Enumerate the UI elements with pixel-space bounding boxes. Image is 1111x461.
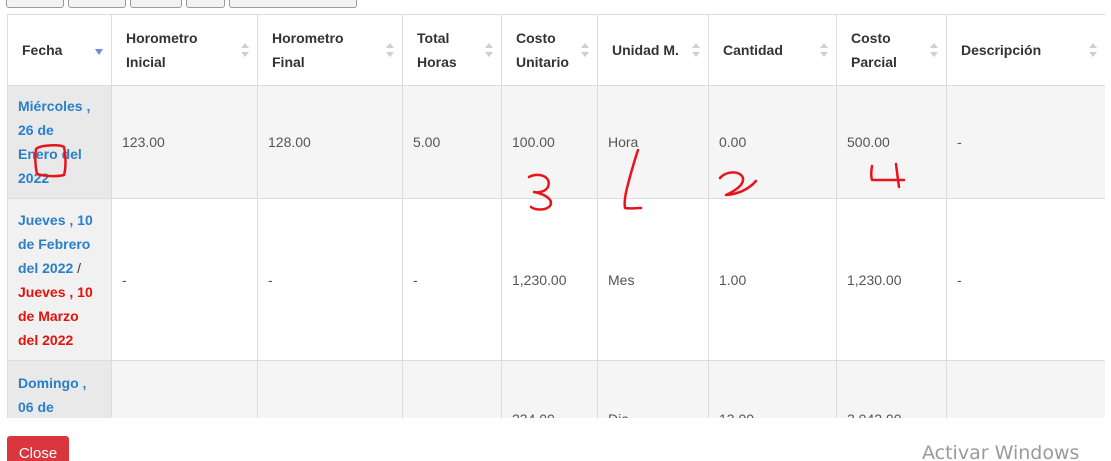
- header-label: Horas: [417, 54, 457, 70]
- windows-activation-watermark: Activar Windows: [922, 442, 1080, 461]
- date-link[interactable]: Domingo , 06 de: [18, 375, 86, 415]
- cell-cantidad: 0.00: [708, 85, 837, 199]
- sort-icon[interactable]: [930, 43, 938, 57]
- toolbar-button[interactable]: [130, 0, 182, 8]
- cell-costo-parcial: 500.00: [836, 85, 947, 199]
- cell-costo-unitario: 1,230.00: [501, 198, 598, 361]
- sort-icon[interactable]: [241, 43, 249, 57]
- sort-icon[interactable]: [386, 43, 394, 57]
- cell-costo-unitario: 100.00: [501, 85, 598, 199]
- date-link[interactable]: Jueves , 10 de Febrero del 2022: [18, 212, 93, 276]
- cell-costo-unitario: 234.00: [501, 360, 598, 418]
- date-end-link[interactable]: Jueves , 10 de Marzo del 2022: [18, 284, 93, 348]
- header-label: Inicial: [126, 54, 166, 70]
- column-header-fecha[interactable]: Fecha: [7, 14, 112, 86]
- column-header-cantidad[interactable]: Cantidad: [708, 14, 837, 86]
- column-header-horometro-final[interactable]: Horometro Final: [257, 14, 403, 86]
- header-label: Total: [417, 30, 450, 46]
- cell-horometro-inicial: -: [111, 360, 258, 418]
- cell-total-horas: 5.00: [402, 85, 502, 199]
- header-label: Unitario: [516, 54, 569, 70]
- cell-unidad: Dia: [597, 360, 709, 418]
- cell-descripcion: -: [946, 85, 1105, 199]
- sort-icon[interactable]: [485, 43, 493, 57]
- sort-icon[interactable]: [1089, 43, 1097, 57]
- cell-horometro-inicial: 123.00: [111, 85, 258, 199]
- column-header-total-horas[interactable]: Total Horas: [402, 14, 502, 86]
- toolbar-button[interactable]: [6, 0, 64, 8]
- cell-unidad: Hora: [597, 85, 709, 199]
- sort-icon[interactable]: [692, 43, 700, 57]
- date-link[interactable]: Miércoles , 26 de Enero del 2022: [18, 98, 90, 186]
- cell-total-horas: -: [402, 360, 502, 418]
- cell-horometro-inicial: -: [111, 198, 258, 361]
- toolbar-button[interactable]: [68, 0, 126, 8]
- header-row: Fecha Horometro Inicial Horometro Final …: [7, 14, 1105, 86]
- toolbar-button[interactable]: [229, 0, 357, 8]
- data-table: Fecha Horometro Inicial Horometro Final …: [7, 14, 1105, 418]
- toolbar-button[interactable]: [186, 0, 225, 8]
- cell-descripcion: -: [946, 360, 1105, 418]
- date-cell: Jueves , 10 de Febrero del 2022 / Jueves…: [7, 198, 112, 361]
- column-header-descripcion[interactable]: Descripción: [946, 14, 1105, 86]
- column-header-costo-unitario[interactable]: Costo Unitario: [501, 14, 598, 86]
- header-label: Costo: [851, 30, 891, 46]
- header-label: Fecha: [22, 42, 63, 58]
- sort-descending-icon[interactable]: [95, 49, 103, 55]
- cell-descripcion: -: [946, 198, 1105, 361]
- data-table-container: Fecha Horometro Inicial Horometro Final …: [7, 14, 1105, 418]
- cell-cantidad: 1.00: [708, 198, 837, 361]
- sort-icon[interactable]: [581, 43, 589, 57]
- column-header-unidad[interactable]: Unidad M.: [597, 14, 709, 86]
- header-label: Final: [272, 54, 305, 70]
- close-button[interactable]: Close: [7, 436, 69, 461]
- header-label: Descripción: [961, 42, 1042, 58]
- table-row: Miércoles , 26 de Enero del 2022 123.00 …: [7, 85, 1105, 199]
- header-label: Parcial: [851, 54, 897, 70]
- cell-horometro-final: -: [257, 198, 403, 361]
- cell-total-horas: -: [402, 198, 502, 361]
- column-header-costo-parcial[interactable]: Costo Parcial: [836, 14, 947, 86]
- top-toolbar: [6, 0, 357, 8]
- cell-unidad: Mes: [597, 198, 709, 361]
- cell-costo-parcial: 1,230.00: [836, 198, 947, 361]
- table-row: Domingo , 06 de - - - 234.00 Dia 13.00 3…: [7, 360, 1105, 418]
- header-label: Cantidad: [723, 42, 783, 58]
- header-label: Costo: [516, 30, 556, 46]
- header-label: Horometro: [126, 30, 198, 46]
- header-label: Unidad M.: [612, 42, 679, 58]
- sort-icon[interactable]: [820, 43, 828, 57]
- date-cell: Miércoles , 26 de Enero del 2022: [7, 85, 112, 199]
- column-header-horometro-inicial[interactable]: Horometro Inicial: [111, 14, 258, 86]
- cell-horometro-final: 128.00: [257, 85, 403, 199]
- date-separator: /: [77, 259, 82, 276]
- cell-costo-parcial: 3,042.00: [836, 360, 947, 418]
- table-row: Jueves , 10 de Febrero del 2022 / Jueves…: [7, 198, 1105, 361]
- cell-horometro-final: -: [257, 360, 403, 418]
- cell-cantidad: 13.00: [708, 360, 837, 418]
- header-label: Horometro: [272, 30, 344, 46]
- date-cell: Domingo , 06 de: [7, 360, 112, 418]
